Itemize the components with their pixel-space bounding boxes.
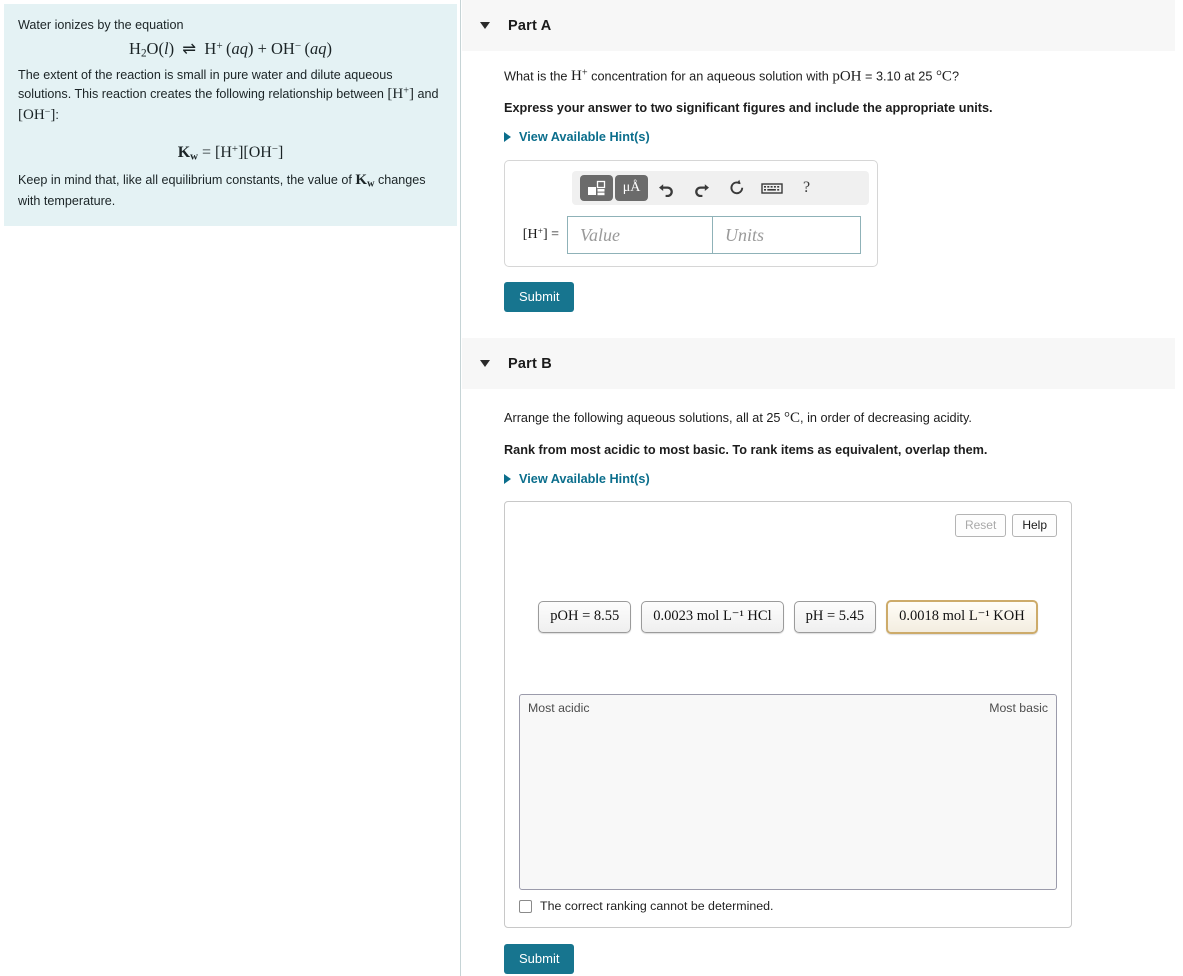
cannot-determine-checkbox[interactable] <box>519 899 532 913</box>
ranking-tile-tray: pOH = 8.55 0.0023 mol L⁻¹ HCl pH = 5.45 … <box>519 600 1057 635</box>
rank-tile[interactable]: pOH = 8.55 <box>538 601 632 634</box>
intro-line-3: Keep in mind that, like all equilibrium … <box>18 170 443 210</box>
part-b-body: Arrange the following aqueous solutions,… <box>462 410 1183 975</box>
part-a-instruction: Express your answer to two significant f… <box>504 101 993 116</box>
part-a-submit-button[interactable]: Submit <box>504 282 575 313</box>
cannot-determine-label: The correct ranking cannot be determined… <box>540 899 774 914</box>
part-b-question-pre: Arrange the following aqueous solutions,… <box>504 411 785 426</box>
units-icon-label: μÅ <box>622 180 641 196</box>
rank-tile-label: pOH = 8.55 <box>550 608 620 625</box>
part-a-header[interactable]: Part A <box>462 0 1175 51</box>
answer-variable-label: [H+] = <box>522 227 559 243</box>
h-plus-species: H+ <box>571 68 588 85</box>
answer-input-row: [H+] = Value Units <box>515 216 867 255</box>
rank-tile-label: pH = 5.45 <box>805 608 865 625</box>
ranking-toolbar: Reset Help <box>519 514 1057 538</box>
redo-icon[interactable] <box>685 175 718 201</box>
caret-down-icon[interactable] <box>480 22 490 29</box>
caret-down-icon[interactable] <box>480 360 490 368</box>
triangle-right-icon <box>504 132 511 143</box>
help-icon-label: ? <box>802 179 811 197</box>
part-a-question: What is the H+ concentration for an aque… <box>504 68 1183 85</box>
rank-tile[interactable]: 0.0023 mol L⁻¹ HCl <box>641 601 784 634</box>
problem-panel: Part A What is the H+ concentration for … <box>462 0 1183 976</box>
part-a-title: Part A <box>508 17 552 34</box>
part-a-answer-card: μÅ ? [H+] = Value Units <box>504 160 878 268</box>
part-a-hint-label: View Available Hint(s) <box>519 130 650 145</box>
cannot-determine-row[interactable]: The correct ranking cannot be determined… <box>519 899 1057 913</box>
celsius-symbol: °C <box>935 68 952 85</box>
intro-line-2-c: : <box>55 108 59 123</box>
intro-line-2: The extent of the reaction is small in p… <box>18 66 443 127</box>
triangle-right-icon <box>504 474 511 485</box>
help-icon[interactable]: ? <box>790 175 823 201</box>
math-toolbar: μÅ ? <box>572 171 869 206</box>
ranking-dropzone[interactable]: Most acidic Most basic <box>519 694 1057 891</box>
value-input[interactable]: Value <box>567 216 713 255</box>
units-micro-angstrom-icon[interactable]: μÅ <box>615 175 648 202</box>
value-placeholder: Value <box>580 224 620 245</box>
poh-symbol: pOH <box>832 68 862 85</box>
dropzone-left-label: Most acidic <box>528 701 590 716</box>
intro-line-2-b: and <box>413 86 439 101</box>
h-plus-bracket: [H+] <box>387 85 414 102</box>
part-b-question: Arrange the following aqueous solutions,… <box>504 410 1183 427</box>
help-button[interactable]: Help <box>1012 514 1057 538</box>
units-placeholder: Units <box>725 224 765 245</box>
part-b-hint-link[interactable]: View Available Hint(s) <box>504 472 1183 486</box>
part-b-question-post: , in order of decreasing acidity. <box>800 411 972 426</box>
intro-panel: Water ionizes by the equation H2O(l) ⇌ H… <box>0 0 461 976</box>
intro-line-3-a: Keep in mind that, like all equilibrium … <box>18 172 356 187</box>
kw-inline: Kw <box>355 171 375 190</box>
rank-tile-label: 0.0018 mol L⁻¹ KOH <box>899 608 1025 625</box>
part-a-question-mid: concentration for an aqueous solution wi… <box>587 69 833 84</box>
part-b-header[interactable]: Part B <box>462 338 1175 390</box>
part-a-hint-link[interactable]: View Available Hint(s) <box>504 130 1183 144</box>
ionization-equation: H2O(l) ⇌ H+ (aq) + OH− (aq) <box>129 39 332 60</box>
oh-minus-bracket: [OH−] <box>18 106 56 124</box>
page-root: Water ionizes by the equation H2O(l) ⇌ H… <box>0 0 1183 976</box>
undo-icon[interactable] <box>650 175 683 201</box>
intro-line-1: Water ionizes by the equation <box>18 18 184 32</box>
part-a-question-pre: What is the <box>504 69 571 84</box>
reset-button[interactable]: Reset <box>954 514 1007 538</box>
part-a-question-end: ? <box>951 69 960 84</box>
part-b-instruction: Rank from most acidic to most basic. To … <box>504 443 988 458</box>
ranking-widget: Reset Help pOH = 8.55 0.0023 mol L⁻¹ HCl… <box>504 501 1072 929</box>
part-b-hint-label: View Available Hint(s) <box>519 472 650 487</box>
kw-equation: Kw = [H+][OH−] <box>177 142 284 163</box>
rank-tile-label: 0.0023 mol L⁻¹ HCl <box>653 608 772 625</box>
intro-text-box: Water ionizes by the equation H2O(l) ⇌ H… <box>4 4 457 226</box>
part-b-title: Part B <box>508 355 552 372</box>
part-a-body: What is the H+ concentration for an aque… <box>462 68 1183 313</box>
template-builder-icon[interactable] <box>580 175 613 202</box>
celsius-symbol: °C <box>784 410 801 427</box>
rank-tile[interactable]: pH = 5.45 <box>793 601 877 634</box>
part-a-question-eq: = 3.10 at 25 <box>861 69 936 84</box>
part-b-submit-button[interactable]: Submit <box>504 944 575 975</box>
dropzone-right-label: Most basic <box>989 701 1048 716</box>
reset-icon[interactable] <box>720 175 753 201</box>
rank-tile-selected[interactable]: 0.0018 mol L⁻¹ KOH <box>886 600 1038 635</box>
keyboard-icon[interactable] <box>755 175 788 201</box>
intro-line-2-a: The extent of the reaction is small in p… <box>18 67 393 101</box>
units-input[interactable]: Units <box>713 216 861 255</box>
